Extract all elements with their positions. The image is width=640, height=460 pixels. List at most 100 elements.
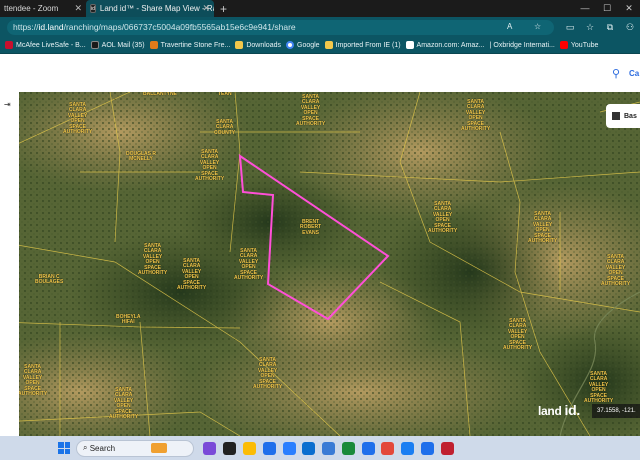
taskbar-app-icon[interactable] (223, 441, 237, 455)
land-id-logo: land id. (538, 402, 580, 418)
taskbar-app-icon[interactable] (282, 441, 296, 455)
taskbar-app-icon[interactable] (203, 441, 217, 455)
browser-tab-bar: ttendee - Zoom ✕ id Land id™ - Share Map… (0, 0, 640, 17)
parcel-label: SANTA CLARA VALLEY OPEN SPACE AUTHORITY (528, 211, 558, 245)
parcel-label: DOUGLAS R MCNELLY (126, 151, 156, 163)
parcel-label: SANTA CLARA VALLEY OPEN SPACE AUTHORITY (428, 201, 458, 235)
minimize-icon[interactable]: — (574, 0, 596, 17)
bookmark-imported-ie[interactable]: Imported From IE (1) (324, 41, 401, 49)
bookmark-aol-mail[interactable]: AOL Mail (35) (90, 41, 145, 49)
folder-icon (324, 41, 333, 49)
windows-start-button[interactable] (58, 442, 70, 454)
parcel-label: SANTA CLARA VALLEY OPEN SPACE AUTHORITY (63, 102, 93, 136)
satellite-map[interactable]: BALLANTYNE TEAN SANTA CLARA VALLEY OPEN … (0, 92, 640, 436)
land-id-favicon-icon: id (90, 4, 96, 13)
tab-land-id[interactable]: id Land id™ - Share Map View - Ra ✕ (86, 0, 214, 17)
parcel-label: SANTA CLARA VALLEY OPEN SPACE AUTHORITY (138, 243, 168, 277)
taskbar-app-icon[interactable] (341, 441, 355, 455)
search-label: Search (89, 443, 116, 453)
close-icon[interactable]: ✕ (74, 3, 82, 14)
parcel-label: SANTA CLARA VALLEY OPEN SPACE AUTHORITY (601, 254, 631, 288)
parcel-label: SANTA CLARA VALLEY OPEN SPACE AUTHORITY (461, 99, 491, 133)
taskbar-app-icon[interactable] (302, 441, 316, 455)
windows-taskbar: ⌕ Search (0, 436, 640, 460)
address-bar[interactable]: https:// id.land /ranching/maps/066737c5… (7, 19, 554, 35)
parcel-label: SANTA CLARA VALLEY OPEN SPACE AUTHORITY (296, 94, 326, 128)
search-highlight-icon (151, 443, 168, 453)
amazon-icon (405, 41, 414, 49)
taskbar-app-icon[interactable] (322, 441, 336, 455)
parcel-label: SANTA CLARA VALLEY OPEN SPACE AUTHORITY (109, 387, 139, 421)
parcel-label: BRENT ROBERT EVANS (300, 219, 322, 236)
split-screen-icon[interactable]: ▭ (560, 22, 580, 33)
favorites-icon[interactable]: ☆ (580, 22, 600, 33)
tab-zoom[interactable]: ttendee - Zoom ✕ (0, 0, 86, 17)
tab-title: Land id™ - Share Map View - Ra (99, 4, 214, 13)
taskbar-app-icon[interactable] (440, 441, 454, 455)
maximize-icon[interactable]: ☐ (596, 0, 618, 17)
tab-title: ttendee - Zoom (4, 4, 59, 13)
bookmark-youtube[interactable]: YouTube (559, 41, 599, 49)
logo-id: id. (564, 402, 581, 418)
bookmark-label: Imported From IE (1) (335, 41, 401, 49)
mcafee-icon (5, 41, 13, 49)
parcel-label: BRIAN C BOULAGES (35, 274, 64, 286)
bookmark-downloads[interactable]: Downloads (235, 41, 281, 49)
expand-panel-icon[interactable]: ⇥ (4, 100, 11, 109)
new-tab-button[interactable]: + (220, 2, 227, 16)
basemap-button[interactable]: Bas (606, 104, 640, 128)
taskbar-app-icon[interactable] (420, 441, 434, 455)
taskbar-app-icon[interactable] (381, 441, 395, 455)
bookmark-google[interactable]: Google (286, 41, 320, 49)
parcel-label: SANTA CLARA VALLEY OPEN SPACE AUTHORITY (234, 248, 264, 282)
taskbar-app-icon[interactable] (401, 441, 415, 455)
location-pin-icon[interactable]: ⚲ (612, 67, 620, 80)
window-controls: — ☐ ✕ (574, 0, 640, 17)
address-row: https:// id.land /ranching/maps/066737c5… (0, 17, 640, 37)
basemap-label: Bas (624, 112, 637, 120)
layers-icon (612, 112, 620, 120)
url-prefix: https:// (13, 22, 39, 32)
parcel-label: SANTA CLARA VALLEY OPEN SPACE AUTHORITY (503, 318, 533, 352)
map-terrain (0, 92, 640, 436)
travertine-icon (149, 41, 158, 49)
extensions-icon[interactable]: ⚇ (620, 22, 640, 33)
bookmark-label: YouTube (570, 41, 599, 49)
favorite-star-icon[interactable]: ☆ (534, 22, 541, 31)
bookmark-travertine[interactable]: Travertine Stone Fre... (149, 41, 231, 49)
bookmark-label: AOL Mail (35) (101, 41, 145, 49)
taskbar-app-icon[interactable] (262, 441, 276, 455)
parcel-label: BALLANTYNE (143, 92, 177, 97)
aol-icon (90, 41, 99, 49)
bookmark-label: Downloads (246, 41, 281, 49)
parcel-label: SANTA CLARA VALLEY OPEN SPACE AUTHORITY (177, 258, 207, 292)
read-aloud-icon[interactable]: A (507, 22, 512, 31)
youtube-icon (559, 41, 568, 49)
google-icon (286, 41, 294, 49)
side-panel-toggle[interactable]: ⇥ (0, 92, 19, 436)
bookmark-label: Travertine Stone Fre... (160, 41, 231, 49)
collections-icon[interactable]: ⧉ (600, 22, 620, 33)
taskbar-app-icon[interactable] (361, 441, 375, 455)
close-icon[interactable]: ✕ (202, 3, 210, 14)
coordinates-readout: 37.1558, -121. (592, 404, 640, 418)
logo-text: land (538, 404, 562, 418)
taskbar-apps (200, 441, 457, 455)
parcel-label: SANTA CLARA VALLEY OPEN SPACE AUTHORITY (195, 149, 225, 183)
taskbar-search[interactable]: ⌕ Search (76, 439, 194, 457)
search-icon: ⌕ (83, 443, 90, 452)
taskbar-app-icon[interactable] (242, 441, 256, 455)
bookmark-oxbridge[interactable]: | Oxbridge Internati... (490, 42, 555, 49)
bookmark-label: | Oxbridge Internati... (489, 41, 555, 49)
close-window-icon[interactable]: ✕ (618, 0, 640, 17)
folder-icon (235, 41, 244, 49)
parcel-label: SANTA CLARA VALLEY OPEN SPACE AUTHORITY (18, 364, 48, 398)
parcel-label: TEAN (218, 92, 232, 97)
parcel-label: BOHEYLA HIFAI (116, 314, 141, 326)
bookmark-mcafee[interactable]: McAfee LiveSafe - B... (5, 41, 86, 49)
bookmark-label: Amazon.com: Amaz... (416, 41, 485, 49)
bookmarks-bar: McAfee LiveSafe - B... AOL Mail (35) Tra… (0, 37, 640, 54)
bookmark-amazon[interactable]: Amazon.com: Amaz... (405, 41, 485, 49)
parcel-label: SANTA CLARA COUNTY (214, 119, 236, 136)
location-label[interactable]: Ca (629, 69, 639, 78)
